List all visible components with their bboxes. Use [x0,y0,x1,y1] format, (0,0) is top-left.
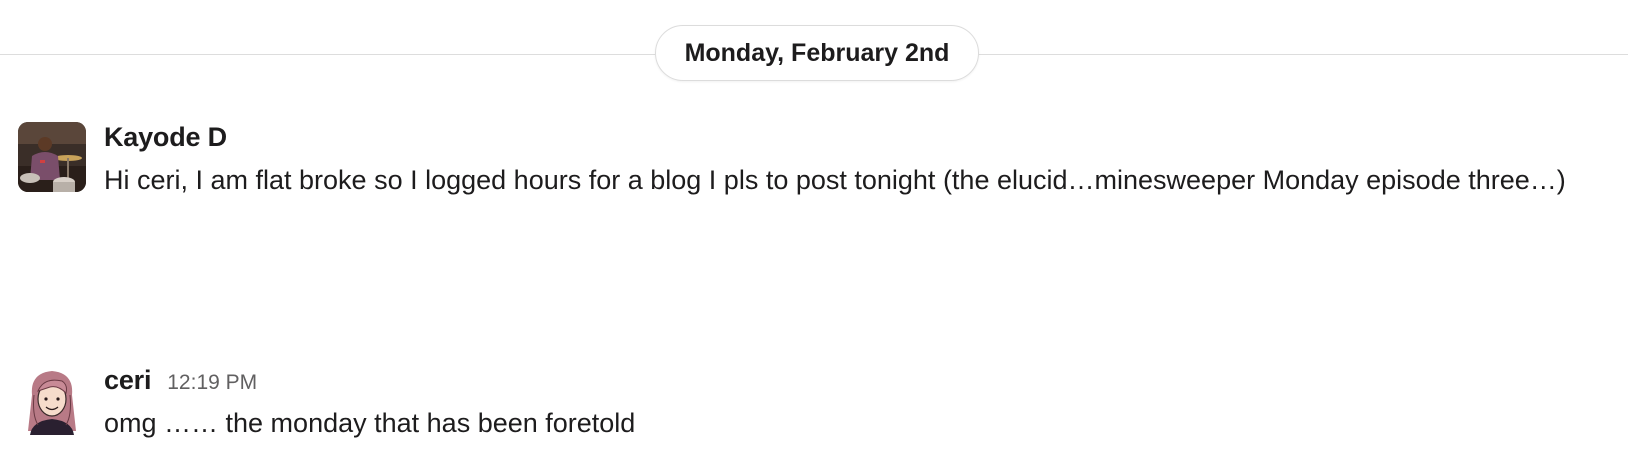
message-header: Kayode D [104,122,1598,156]
message-header: ceri 12:19 PM [104,365,1598,399]
date-divider-label: Monday, February 2nd [684,38,950,67]
message-body: Kayode D Hi ceri, I am flat broke so I l… [104,122,1598,202]
message-timestamp[interactable]: 12:19 PM [167,371,257,395]
message-text: Hi ceri, I am flat broke so I logged hou… [104,165,1566,195]
message-text: omg …… the monday that has been foretold [104,408,636,438]
avatar[interactable] [18,122,86,192]
message-list: Monday, February 2nd Kayode D Hi ceri, I… [0,0,1628,469]
drummer-photo-avatar-icon [18,122,86,192]
message-body: ceri 12:19 PM omg …… the monday that has… [104,365,1598,445]
illustrated-woman-avatar-icon [18,365,86,435]
date-divider-button[interactable]: Monday, February 2nd [655,25,979,81]
avatar[interactable] [18,365,86,435]
author-name[interactable]: ceri [104,365,151,396]
author-name[interactable]: Kayode D [104,122,227,153]
